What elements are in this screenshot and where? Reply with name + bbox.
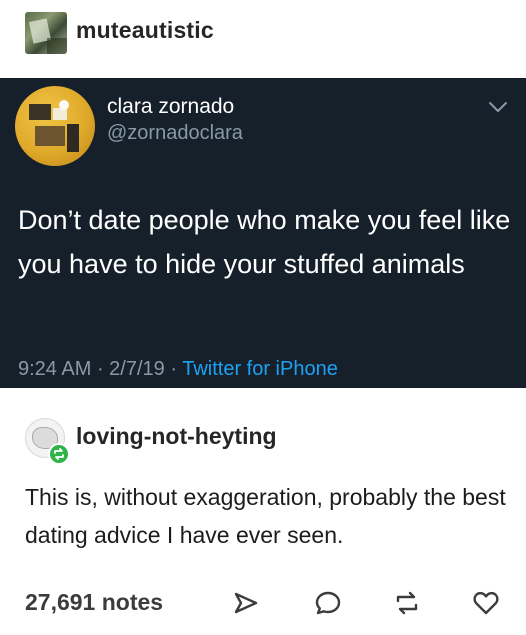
tweet-source: Twitter for iPhone: [182, 358, 338, 380]
op-username[interactable]: muteautistic: [76, 17, 214, 44]
meta-separator: ·: [91, 358, 110, 380]
tweet-text: Don’t date people who make you feel like…: [18, 205, 511, 279]
tweet-meta: 9:24 AM · 2/7/19 · Twitter for iPhone: [18, 358, 338, 381]
tweet-display-name: clara zornado: [107, 95, 235, 118]
reblog-header: loving-not-heyting: [0, 410, 526, 465]
op-avatar[interactable]: [25, 12, 67, 54]
embedded-tweet: clara zornado @zornadoclara Don’t date p…: [0, 78, 526, 388]
tweet-date: 2/7/19: [109, 358, 165, 380]
notes-count[interactable]: 27,691 notes: [25, 589, 163, 616]
like-icon[interactable]: [472, 589, 500, 617]
tweet-avatar: [15, 86, 95, 166]
reblog-badge-icon: [48, 443, 70, 465]
tweet-time: 9:24 AM: [18, 358, 92, 380]
chevron-down-icon: [489, 102, 507, 112]
reblog-icon[interactable]: [393, 589, 421, 617]
post-footer: 27,691 notes: [0, 585, 526, 625]
op-header: muteautistic: [0, 0, 526, 78]
meta-separator: ·: [164, 358, 183, 380]
reply-icon[interactable]: [314, 589, 342, 617]
share-icon[interactable]: [232, 589, 260, 617]
reblog-text: This is, without exaggeration, probably …: [25, 484, 506, 548]
reblog-username[interactable]: loving-not-heyting: [76, 423, 277, 450]
tweet-handle: @zornadoclara: [107, 122, 243, 144]
